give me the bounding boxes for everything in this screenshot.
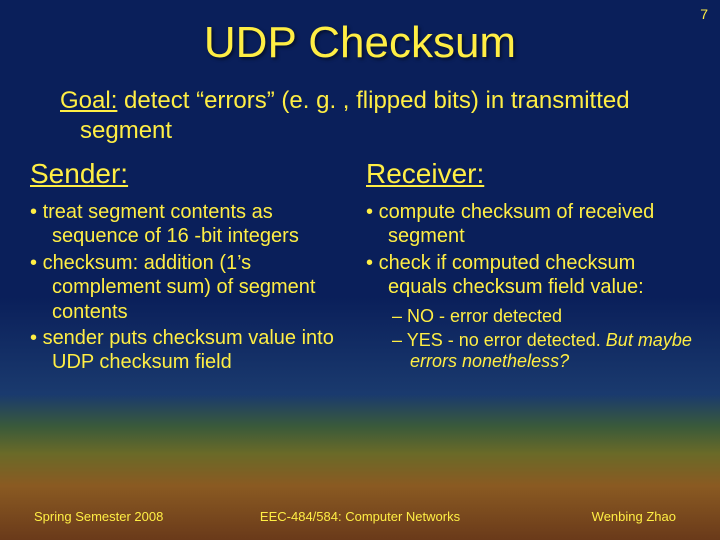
sender-header: Sender:: [28, 158, 356, 190]
sub-text: NO - error detected: [407, 306, 562, 326]
footer-left: Spring Semester 2008: [34, 509, 163, 524]
columns: Sender: treat segment contents as sequen…: [0, 146, 720, 377]
list-item: YES - no error detected. But maybe error…: [392, 330, 692, 374]
footer-center: EEC-484/584: Computer Networks: [260, 509, 460, 524]
sub-text: YES - no error detected.: [407, 330, 606, 350]
footer-right: Wenbing Zhao: [592, 509, 676, 524]
page-number: 7: [700, 6, 708, 22]
footer: Spring Semester 2008 EEC-484/584: Comput…: [0, 509, 720, 524]
slide-title: UDP Checksum: [0, 0, 720, 68]
list-item: sender puts checksum value into UDP chec…: [30, 326, 356, 375]
receiver-header: Receiver:: [364, 158, 692, 190]
receiver-list: compute checksum of received segment che…: [364, 200, 692, 300]
list-item: checksum: addition (1’s complement sum) …: [30, 251, 356, 324]
goal-label: Goal:: [60, 87, 117, 114]
list-item: treat segment contents as sequence of 16…: [30, 200, 356, 249]
sender-list: treat segment contents as sequence of 16…: [28, 200, 356, 375]
sender-column: Sender: treat segment contents as sequen…: [28, 158, 356, 377]
goal-text: detect “errors” (e. g. , flipped bits) i…: [80, 87, 630, 144]
list-item: check if computed checksum equals checks…: [366, 251, 692, 300]
goal-line: Goal: detect “errors” (e. g. , flipped b…: [20, 68, 720, 146]
receiver-sublist: NO - error detected YES - no error detec…: [364, 306, 692, 374]
list-item: compute checksum of received segment: [366, 200, 692, 249]
receiver-column: Receiver: compute checksum of received s…: [364, 158, 692, 377]
list-item: NO - error detected: [392, 306, 692, 328]
